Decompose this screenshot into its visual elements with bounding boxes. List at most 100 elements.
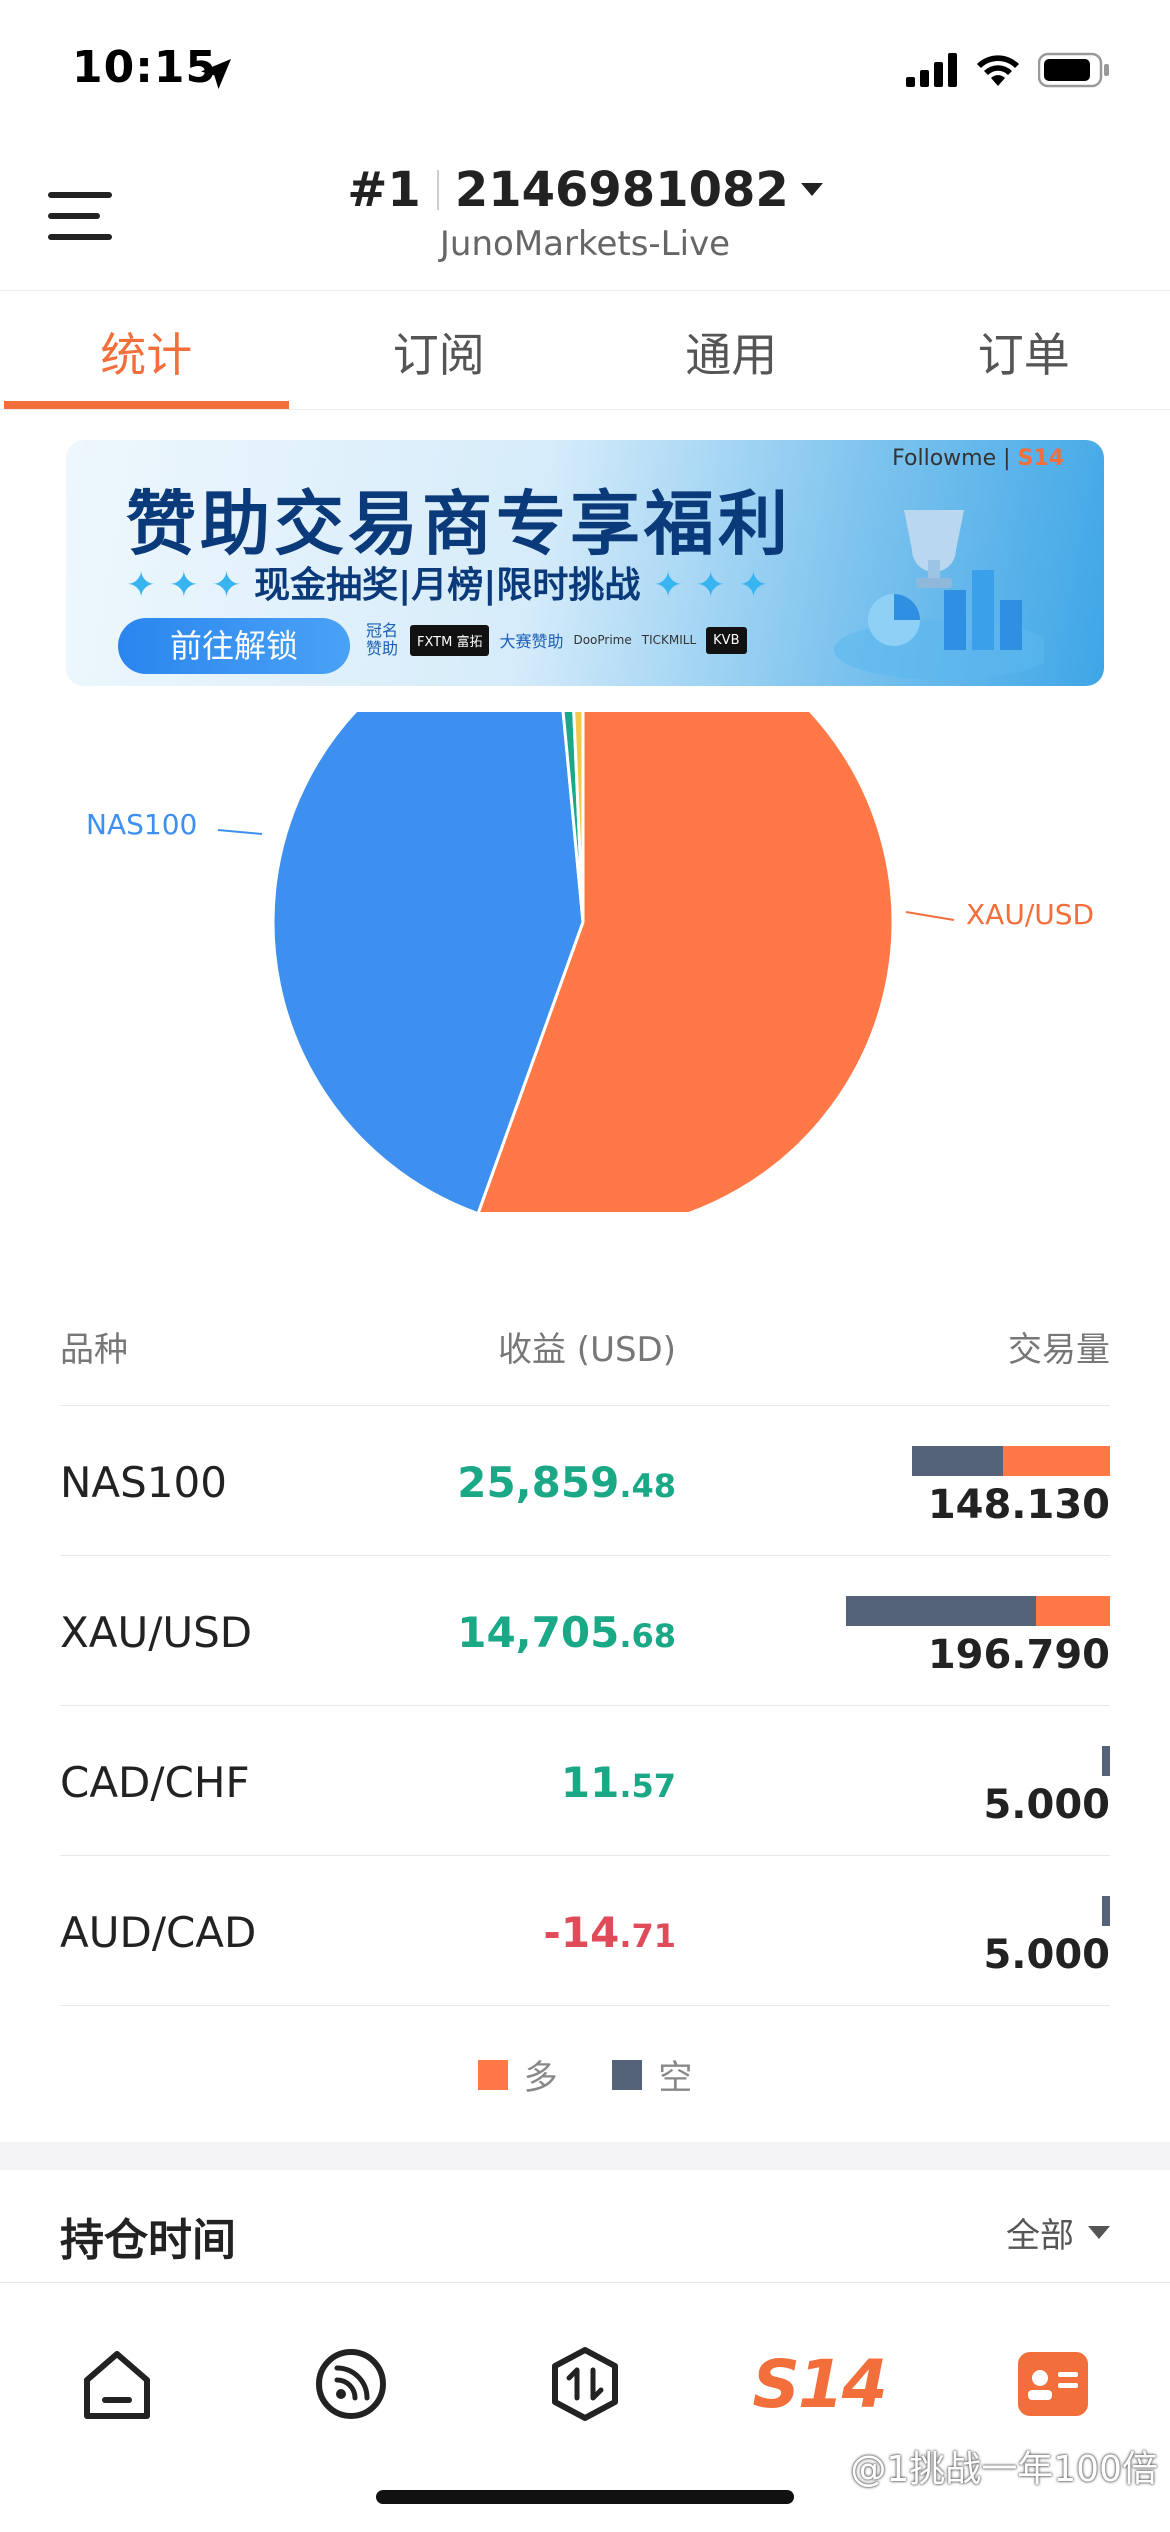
bar-short-segment (1102, 1746, 1110, 1776)
account-header: #1 2146981082 JunoMarkets-Live (0, 150, 1170, 290)
header-profit: 收益 (USD) (498, 1330, 676, 1370)
row-profit-int: 25,859 (457, 1458, 620, 1507)
bar-long-segment (1036, 1596, 1110, 1626)
row-volume-bar (1102, 1896, 1110, 1926)
bar-long-segment (1003, 1446, 1110, 1476)
nav-profile[interactable] (998, 2329, 1108, 2439)
row-profit-dec: .68 (619, 1617, 676, 1655)
header-volume: 交易量 (1008, 1330, 1110, 1370)
section-divider (0, 2142, 1170, 2170)
server-name: JunoMarkets-Live (439, 224, 731, 264)
tab-orders[interactable]: 订单 (878, 291, 1170, 409)
unlock-button[interactable]: 前往解锁 (118, 618, 350, 674)
tab-subscribe[interactable]: 订阅 (293, 291, 586, 409)
feed-icon (316, 2349, 386, 2419)
bar-short-segment (846, 1596, 1036, 1626)
row-volume-bar (912, 1446, 1110, 1476)
followme-logo: Followme (892, 446, 997, 471)
table-row[interactable]: NAS100 25,859.48 148.130 (60, 1406, 1110, 1556)
chevron-down-icon (1088, 2226, 1110, 2239)
bar-legend: 多 空 (0, 2050, 1170, 2099)
row-profit: -14.71 (543, 1908, 676, 1957)
account-number: 2146981082 (454, 162, 789, 218)
row-volume: 148.130 (927, 1482, 1110, 1528)
banner-brand: Followme | S14 (892, 446, 1064, 471)
s14-logo-icon: S14 (752, 2345, 887, 2423)
trophy-illustration (834, 510, 1044, 680)
battery-icon (1038, 52, 1109, 88)
row-volume: 5.000 (983, 1782, 1110, 1828)
account-selector[interactable]: #1 2146981082 (0, 162, 1170, 218)
table-header: 品种 收益 (USD) 交易量 (60, 1282, 1110, 1406)
tab-statistics[interactable]: 统计 (0, 291, 293, 409)
banner-subtitle-text: 现金抽奖|月榜|限时挑战 (254, 565, 641, 606)
promo-banner[interactable]: Followme | S14 赞助交易商专享福利 ✦ ✦ ✦ 现金抽奖|月榜|限… (66, 440, 1104, 686)
row-symbol: AUD/CAD (60, 1908, 257, 1957)
holding-time-title: 持仓时间 (60, 2215, 236, 2266)
pie-leader-nas100 (217, 829, 263, 835)
legend-short: 空 (612, 2050, 692, 2099)
legend-short-label: 空 (658, 2058, 693, 2098)
table-row[interactable]: AUD/CAD -14.71 5.000 (60, 1856, 1110, 2006)
row-volume: 5.000 (983, 1932, 1110, 1978)
row-volume-bar (1102, 1746, 1110, 1776)
status-indicators (906, 52, 1110, 88)
sponsor-kvb: KVB (706, 626, 747, 654)
home-icon (84, 2351, 150, 2419)
banner-subtitle: ✦ ✦ ✦ 现金抽奖|月榜|限时挑战 ✦ ✦ ✦ (126, 565, 769, 606)
row-symbol: CAD/CHF (60, 1758, 250, 1807)
pie-chart-svg (217, 712, 955, 1212)
row-profit: 11.57 (561, 1758, 676, 1807)
nav-trade[interactable] (530, 2329, 640, 2439)
row-symbol: XAU/USD (60, 1608, 253, 1657)
row-profit-dec: .57 (619, 1767, 676, 1805)
row-symbol: NAS100 (60, 1458, 227, 1507)
profile-card-icon (1018, 2352, 1088, 2416)
bar-short-segment (1102, 1896, 1110, 1926)
banner-title: 赞助交易商专享福利 (126, 483, 792, 565)
legend-short-swatch (612, 2059, 643, 2090)
row-volume-bar (846, 1596, 1110, 1626)
symbol-table: 品种 收益 (USD) 交易量 NAS100 25,859.48 148.130 XA… (60, 1282, 1110, 2006)
tab-general[interactable]: 通用 (585, 291, 878, 409)
legend-long-label: 多 (523, 2058, 558, 2098)
sponsor-label: 冠名赞助 (366, 621, 399, 658)
legend-long-swatch (477, 2059, 508, 2090)
tab-bar: 统计 订阅 通用 订单 (0, 290, 1170, 410)
row-profit-dec: .48 (619, 1467, 676, 1505)
row-profit: 25,859.48 (457, 1458, 676, 1507)
trade-icon (552, 2347, 618, 2421)
location-arrow-icon (201, 59, 231, 89)
sponsor-doo-prime: DooPrime (573, 633, 632, 647)
holding-time-section: 持仓时间 全部 (0, 2170, 1170, 2280)
position-pie-chart: NAS100 XAU/USD (0, 712, 1170, 1212)
nav-home[interactable] (62, 2329, 172, 2439)
signal-icon (906, 53, 957, 87)
holding-filter-label: 全部 (1006, 2216, 1074, 2256)
wifi-icon (977, 55, 1019, 86)
pie-label-xauusd: XAU/USD (966, 898, 1095, 931)
pie-label-nas100: NAS100 (86, 808, 198, 841)
sponsor-label-2: 大赛赞助 (499, 632, 564, 651)
row-profit-int: -14 (543, 1908, 620, 1957)
status-bar: 10:15 (0, 0, 1170, 140)
row-profit-int: 14,705 (457, 1608, 620, 1657)
row-profit: 14,705.68 (457, 1608, 676, 1657)
row-volume: 196.790 (927, 1632, 1110, 1678)
watermark: @1挑战一年100倍 (850, 2449, 1158, 2490)
legend-long: 多 (477, 2050, 558, 2099)
row-profit-int: 11 (560, 1758, 620, 1807)
table-row[interactable]: CAD/CHF 11.57 5.000 (60, 1706, 1110, 1856)
pie-leader-xauusd (905, 911, 955, 921)
chevron-down-icon (800, 183, 823, 196)
header-symbol: 品种 (60, 1330, 128, 1370)
nav-s14[interactable]: S14 (752, 2329, 887, 2439)
home-indicator (376, 2490, 794, 2504)
bar-short-segment (912, 1446, 1003, 1476)
nav-feed[interactable] (296, 2329, 406, 2439)
table-row[interactable]: XAU/USD 14,705.68 196.790 (60, 1556, 1110, 1706)
fxtm-logo: FXTM 富拓 (410, 624, 490, 656)
holding-filter-dropdown[interactable]: 全部 (1006, 2208, 1110, 2257)
sponsor-tickmill: TICKMILL (641, 633, 697, 647)
row-profit-dec: .71 (619, 1917, 676, 1955)
